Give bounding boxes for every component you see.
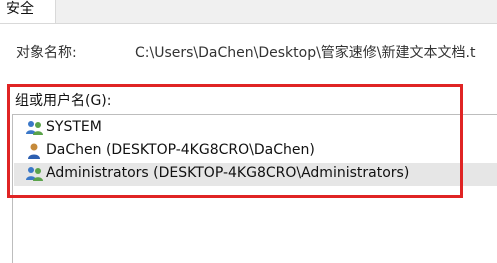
group-user-listbox[interactable]: SYSTEM DaChen (DESKTOP-4KG8CRO\DaChen) A… [12,114,497,263]
users-group-icon [26,167,43,181]
list-item-administrators[interactable]: Administrators (DESKTOP-4KG8CRO\Administ… [14,163,497,186]
users-group-icon [26,121,43,135]
list-item-system[interactable]: SYSTEM [14,117,497,140]
list-item-label: SYSTEM [46,119,102,135]
tab-security[interactable]: 安全 [0,0,56,23]
user-icon [28,143,40,159]
list-item-dachen[interactable]: DaChen (DESKTOP-4KG8CRO\DaChen) [14,140,497,163]
tab-strip: 安全 [0,0,497,24]
group-or-user-names-label: 组或用户名(G): [15,93,112,109]
object-name-label: 对象名称: [16,45,77,61]
object-path: C:\Users\DaChen\Desktop\管家速修\新建文本文档.t [135,45,476,61]
list-item-label: Administrators (DESKTOP-4KG8CRO\Administ… [46,165,410,181]
list-item-label: DaChen (DESKTOP-4KG8CRO\DaChen) [46,142,315,158]
